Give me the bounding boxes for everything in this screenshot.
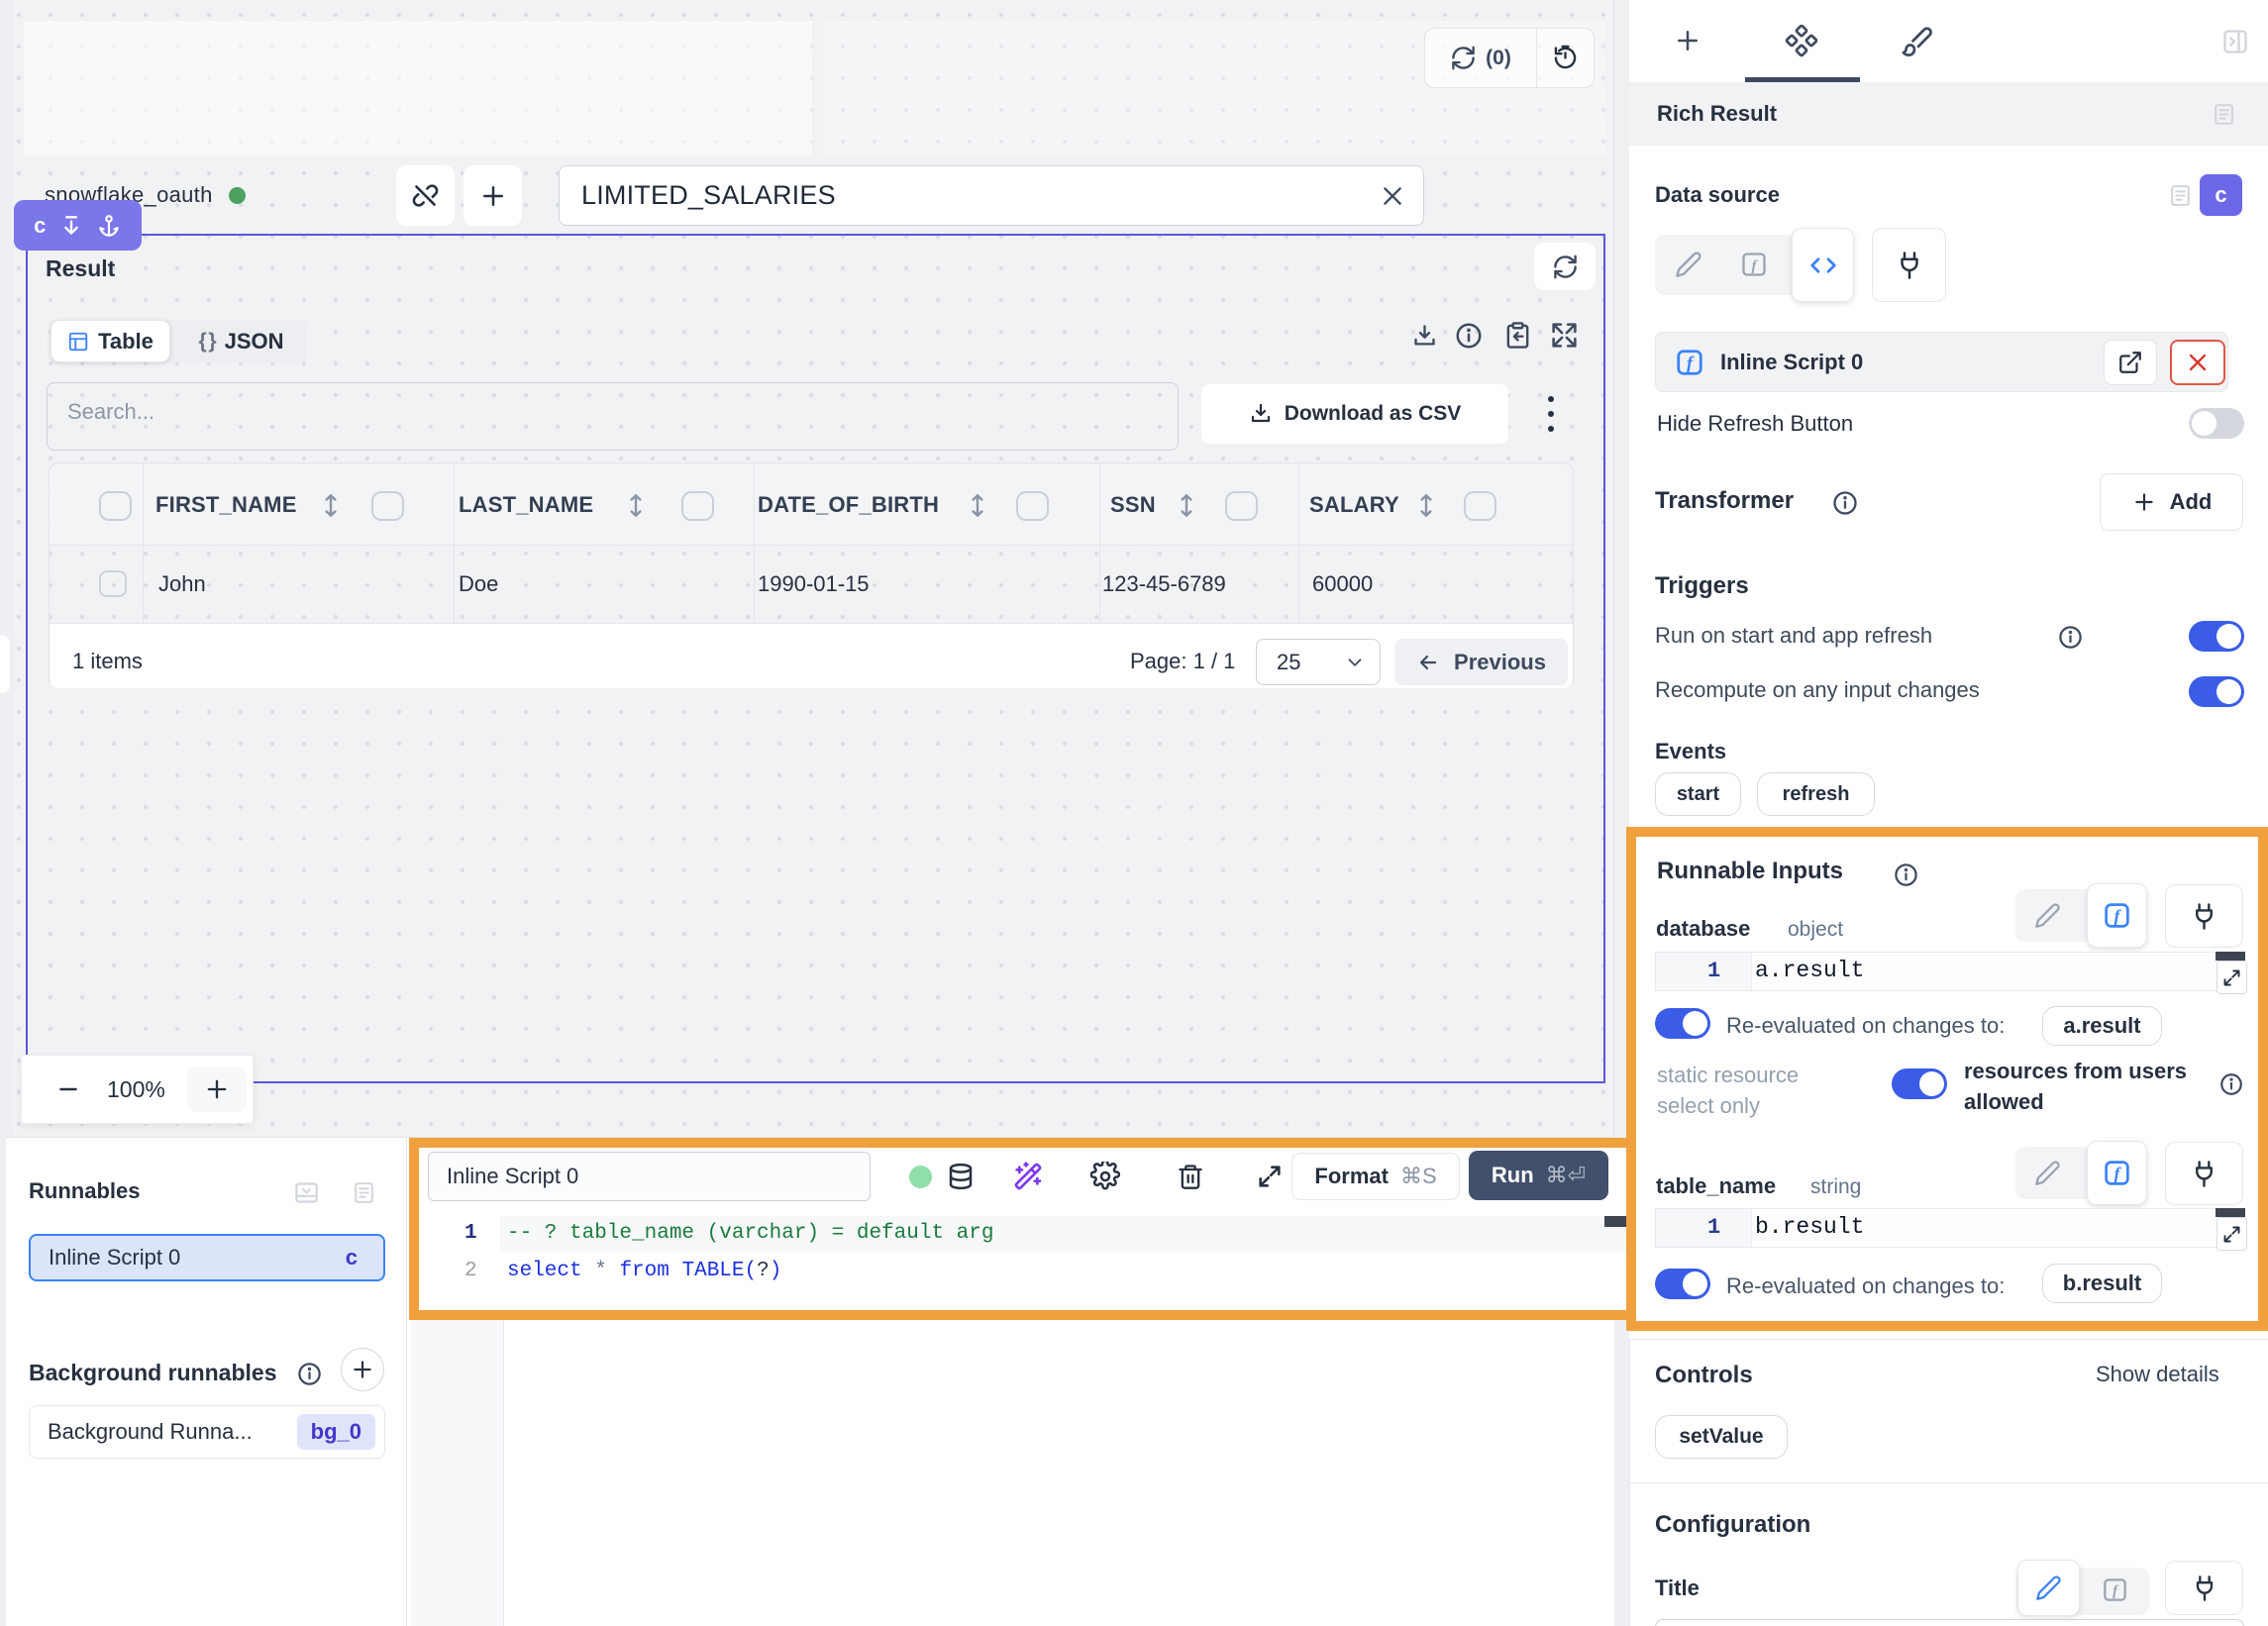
svg-text:f: f [2113, 1164, 2121, 1183]
svg-text:f: f [1687, 354, 1695, 374]
svg-text:f: f [2113, 906, 2121, 926]
svg-text:f: f [2113, 1583, 2119, 1599]
svg-text:f: f [1751, 257, 1758, 274]
